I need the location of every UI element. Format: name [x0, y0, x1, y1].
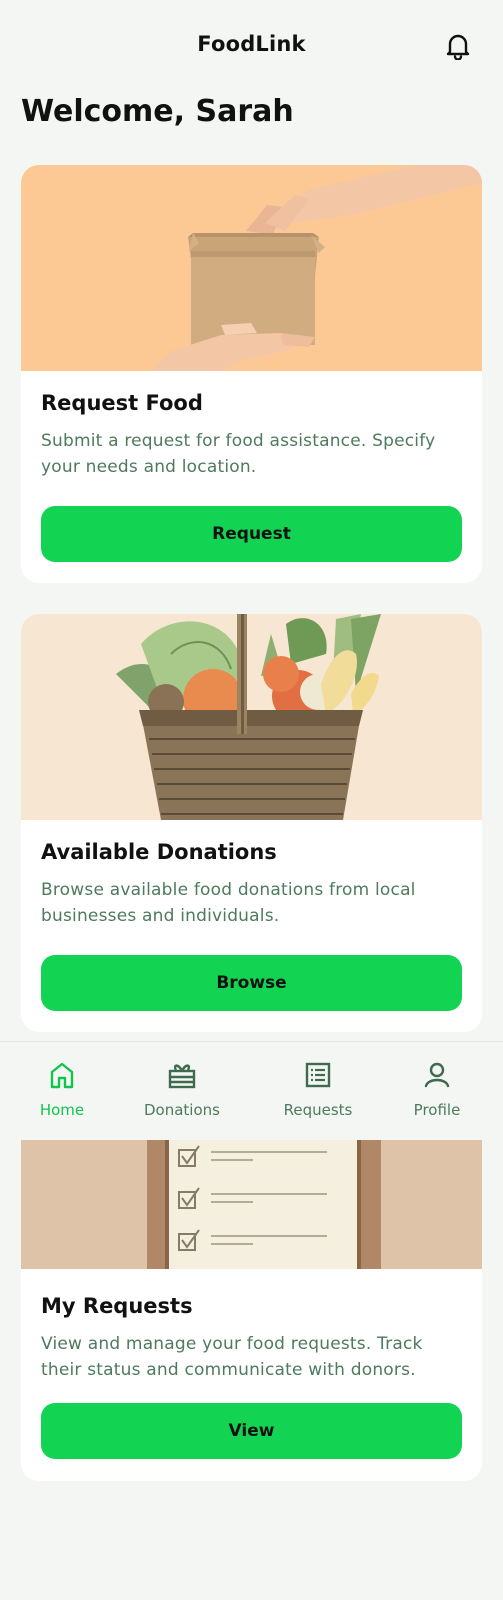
nav-label: Home: [39, 1101, 85, 1119]
nav-label: Donations: [144, 1101, 220, 1119]
nav-donations[interactable]: Donations: [132, 1042, 232, 1141]
nav-label: Profile: [413, 1101, 461, 1119]
app-header: FoodLink: [0, 0, 503, 94]
app-screen: FoodLink Welcome, Sarah Request Food Sub…: [0, 0, 503, 1600]
notifications-button[interactable]: [444, 30, 472, 62]
card-title: My Requests: [41, 1294, 193, 1318]
browse-button[interactable]: Browse: [41, 955, 462, 1011]
list-icon: [305, 1062, 331, 1088]
my-requests-card: My Requests View and manage your food re…: [21, 1100, 482, 1481]
card-title: Request Food: [41, 391, 203, 415]
request-food-card: Request Food Submit a request for food a…: [21, 165, 482, 583]
request-button[interactable]: Request: [41, 506, 462, 562]
nav-label: Requests: [283, 1101, 353, 1119]
card-description: View and manage your food requests. Trac…: [41, 1334, 423, 1380]
nav-profile[interactable]: Profile: [397, 1042, 477, 1141]
nav-requests[interactable]: Requests: [268, 1042, 368, 1141]
user-icon: [424, 1062, 450, 1088]
gift-icon: [168, 1064, 196, 1089]
app-title: FoodLink: [197, 32, 306, 56]
welcome-heading: Welcome, Sarah: [21, 94, 294, 129]
card-description: Submit a request for food assistance. Sp…: [41, 431, 436, 477]
home-icon: [50, 1062, 74, 1089]
view-button[interactable]: View: [41, 1403, 462, 1459]
card-description: Browse available food donations from loc…: [41, 880, 416, 926]
available-donations-card: Available Donations Browse available foo…: [21, 614, 482, 1032]
request-food-image: [21, 165, 482, 371]
donations-image: [21, 614, 482, 820]
bell-icon: [446, 34, 470, 60]
card-title: Available Donations: [41, 840, 277, 864]
nav-home[interactable]: Home: [22, 1042, 102, 1141]
bottom-navigation: Home Donations Requests Profile: [0, 1041, 503, 1140]
